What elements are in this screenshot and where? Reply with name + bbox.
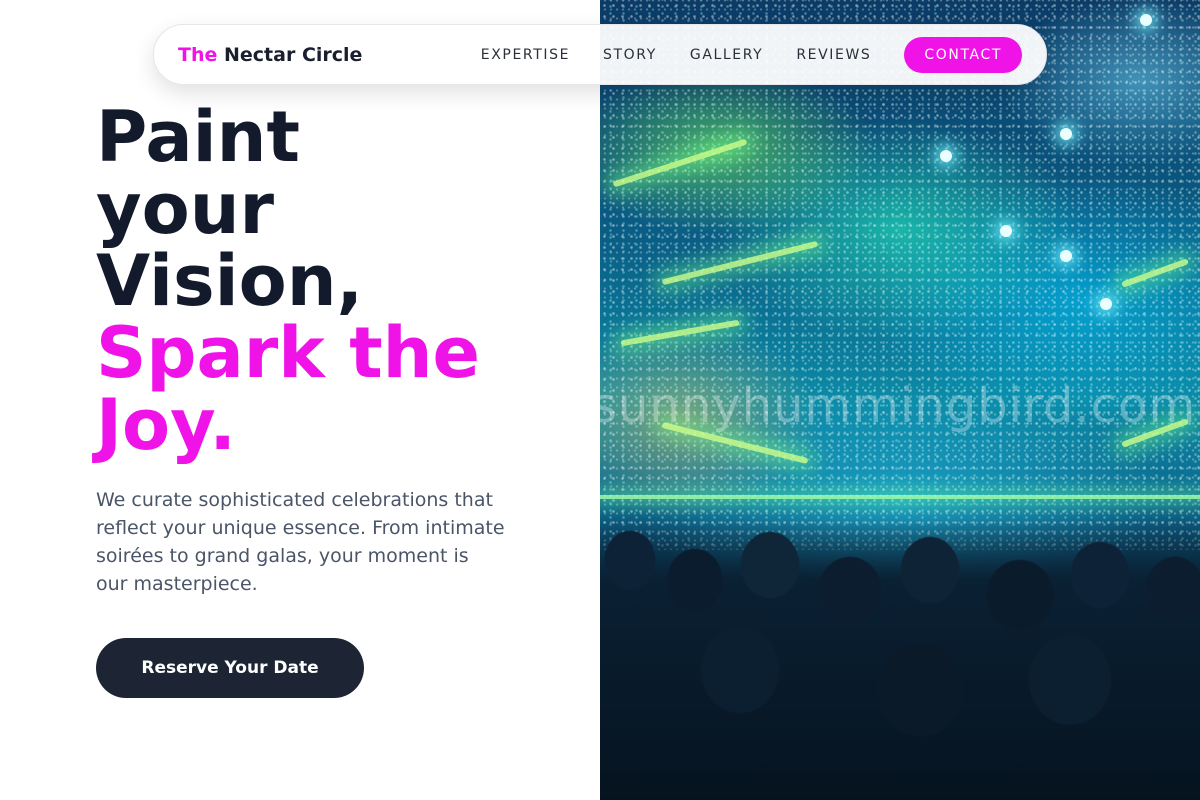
headline-line: Paint bbox=[96, 96, 300, 178]
nav-link-reviews[interactable]: REVIEWS bbox=[796, 47, 871, 63]
contact-button[interactable]: CONTACT bbox=[904, 36, 1022, 73]
nav-links: EXPERTISE STORY GALLERY REVIEWS CONTACT bbox=[481, 36, 1022, 73]
headline-accent-line: Joy. bbox=[96, 384, 236, 466]
brand-accent-text: The bbox=[178, 43, 218, 66]
stage-light bbox=[1060, 128, 1072, 140]
brand-logo[interactable]: The Nectar Circle bbox=[178, 44, 362, 66]
stage-light bbox=[1000, 225, 1012, 237]
headline-line: your bbox=[96, 168, 275, 250]
headline-accent-line: Spark the bbox=[96, 312, 480, 394]
hero-description: We curate sophisticated celebrations tha… bbox=[96, 489, 505, 595]
image-watermark: sunnyhummingbird.com bbox=[600, 378, 1197, 434]
crowd-silhouettes bbox=[600, 520, 1200, 800]
stage-light bbox=[1060, 250, 1072, 262]
reserve-date-button[interactable]: Reserve Your Date bbox=[96, 638, 364, 698]
stage-light bbox=[1100, 298, 1112, 310]
hero-concert-image: sunnyhummingbird.com bbox=[600, 0, 1200, 800]
headline-line: Vision, bbox=[96, 240, 364, 322]
navbar: The Nectar Circle EXPERTISE STORY GALLER… bbox=[153, 24, 1047, 85]
stage-light bbox=[1140, 14, 1152, 26]
stage-light-bar bbox=[600, 495, 1200, 499]
stage-light bbox=[940, 150, 952, 162]
hero-headline: Paint your Vision, Spark the Joy. bbox=[96, 101, 480, 461]
brand-name-text: Nectar Circle bbox=[224, 43, 363, 66]
nav-link-gallery[interactable]: GALLERY bbox=[690, 47, 763, 63]
nav-link-story[interactable]: STORY bbox=[603, 47, 657, 63]
nav-link-expertise[interactable]: EXPERTISE bbox=[481, 47, 570, 63]
